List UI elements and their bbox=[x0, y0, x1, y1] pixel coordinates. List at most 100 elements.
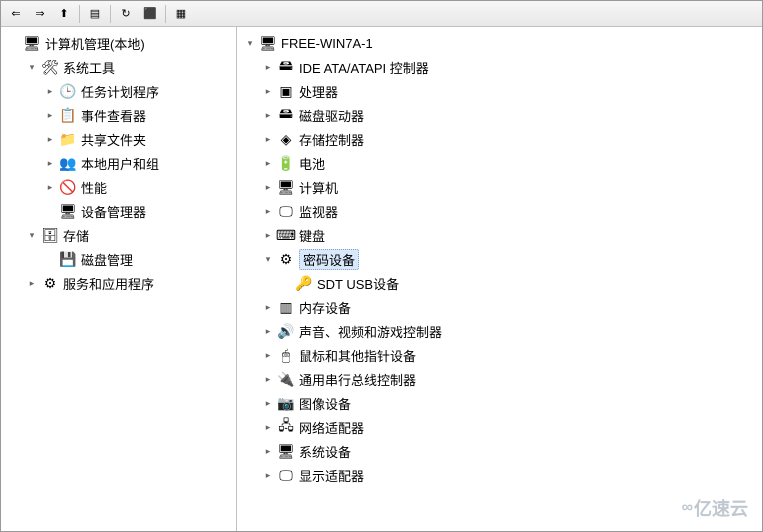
device-category[interactable]: ▸🖵监视器 bbox=[239, 199, 760, 223]
device-root[interactable]: ▾ 🖥 FREE-WIN7A-1 bbox=[239, 31, 760, 55]
tree-device-manager[interactable]: 🖥 设备管理器 bbox=[3, 199, 234, 223]
device-crypto[interactable]: ▾ ⚙ 密码设备 bbox=[239, 247, 760, 271]
category-icon: ▣ bbox=[277, 82, 295, 100]
category-icon: 🖧 bbox=[277, 418, 295, 436]
device-category[interactable]: ▸🖱鼠标和其他指针设备 bbox=[239, 343, 760, 367]
console-tree: 🖥 计算机管理(本地) ▾ 🛠 系统工具 ▸🕒任务计划程序▸📋事件查看器▸📁共享… bbox=[3, 31, 234, 295]
up-button[interactable]: ⬆ bbox=[53, 4, 75, 24]
expand-icon[interactable]: ▸ bbox=[261, 84, 275, 98]
node-label: 网络适配器 bbox=[299, 418, 364, 437]
node-label: 共享文件夹 bbox=[81, 130, 146, 149]
forward-button[interactable]: ⇒ bbox=[29, 4, 51, 24]
category-icon: ▥ bbox=[277, 298, 295, 316]
device-category[interactable]: ▸▣处理器 bbox=[239, 79, 760, 103]
node-label: 存储 bbox=[63, 226, 89, 245]
left-pane: 🖥 计算机管理(本地) ▾ 🛠 系统工具 ▸🕒任务计划程序▸📋事件查看器▸📁共享… bbox=[1, 27, 237, 531]
expand-icon[interactable]: ▸ bbox=[261, 468, 275, 482]
expand-icon[interactable]: ▸ bbox=[261, 204, 275, 218]
device-category[interactable]: ▸◈存储控制器 bbox=[239, 127, 760, 151]
list-view-button[interactable]: ▦ bbox=[170, 4, 192, 24]
tree-services-apps[interactable]: ▸ ⚙ 服务和应用程序 bbox=[3, 271, 234, 295]
tree-system-tools[interactable]: ▾ 🛠 系统工具 bbox=[3, 55, 234, 79]
device-category[interactable]: ▸🔌通用串行总线控制器 bbox=[239, 367, 760, 391]
expand-icon[interactable]: ▸ bbox=[261, 324, 275, 338]
node-label: 密码设备 bbox=[299, 249, 359, 270]
device-crypto-child[interactable]: 🔑 SDT USB设备 bbox=[239, 271, 760, 295]
device-category[interactable]: ▸🔊声音、视频和游戏控制器 bbox=[239, 319, 760, 343]
expand-icon[interactable]: ▸ bbox=[261, 108, 275, 122]
node-label: 计算机 bbox=[299, 178, 338, 197]
expand-icon[interactable]: ▸ bbox=[261, 420, 275, 434]
node-label: SDT USB设备 bbox=[317, 274, 399, 293]
tree-root-computer-management[interactable]: 🖥 计算机管理(本地) bbox=[3, 31, 234, 55]
expand-icon[interactable]: ▸ bbox=[261, 444, 275, 458]
expand-icon[interactable]: ▸ bbox=[261, 372, 275, 386]
category-icon: 📋 bbox=[59, 106, 77, 124]
category-icon: 🖵 bbox=[277, 202, 295, 220]
node-label: 事件查看器 bbox=[81, 106, 146, 125]
device-category[interactable]: ▸🖧网络适配器 bbox=[239, 415, 760, 439]
node-label: 性能 bbox=[81, 178, 107, 197]
category-icon: 🖥 bbox=[277, 178, 295, 196]
storage-icon: 🗄 bbox=[41, 226, 59, 244]
expand-icon[interactable]: ▸ bbox=[261, 180, 275, 194]
device-category[interactable]: ▸🖴IDE ATA/ATAPI 控制器 bbox=[239, 55, 760, 79]
category-icon: 📷 bbox=[277, 394, 295, 412]
toolbar: ⇐ ⇒ ⬆ ▤ ↻ ⬛ ▦ bbox=[1, 1, 762, 27]
expand-icon[interactable]: ▸ bbox=[43, 84, 57, 98]
collapse-icon[interactable]: ▾ bbox=[25, 228, 39, 242]
tree-system-tools-item[interactable]: ▸👥本地用户和组 bbox=[3, 151, 234, 175]
category-icon: 🚫 bbox=[59, 178, 77, 196]
tree-storage[interactable]: ▾ 🗄 存储 bbox=[3, 223, 234, 247]
node-label: 系统工具 bbox=[63, 58, 115, 77]
device-category[interactable]: ▸🖥系统设备 bbox=[239, 439, 760, 463]
device-category[interactable]: ▸⌨键盘 bbox=[239, 223, 760, 247]
tree-system-tools-item[interactable]: ▸🕒任务计划程序 bbox=[3, 79, 234, 103]
collapse-icon[interactable]: ▾ bbox=[25, 60, 39, 74]
node-label: 内存设备 bbox=[299, 298, 351, 317]
expand-icon[interactable]: ▸ bbox=[43, 156, 57, 170]
device-category[interactable]: ▸▥内存设备 bbox=[239, 295, 760, 319]
category-icon: 🖱 bbox=[277, 346, 295, 364]
device-category[interactable]: ▸🖵显示适配器 bbox=[239, 463, 760, 487]
properties-button[interactable]: ▤ bbox=[84, 4, 106, 24]
tree-system-tools-item[interactable]: ▸📁共享文件夹 bbox=[3, 127, 234, 151]
tree-disk-management[interactable]: 💾 磁盘管理 bbox=[3, 247, 234, 271]
back-button[interactable]: ⇐ bbox=[5, 4, 27, 24]
category-icon: 👥 bbox=[59, 154, 77, 172]
device-category[interactable]: ▸🖴磁盘驱动器 bbox=[239, 103, 760, 127]
device-category[interactable]: ▸🔋电池 bbox=[239, 151, 760, 175]
node-label: 服务和应用程序 bbox=[63, 274, 154, 293]
device-category[interactable]: ▸🖥计算机 bbox=[239, 175, 760, 199]
expand-icon[interactable]: ▸ bbox=[261, 132, 275, 146]
node-label: 系统设备 bbox=[299, 442, 351, 461]
node-label: 磁盘管理 bbox=[81, 250, 133, 269]
node-label: 处理器 bbox=[299, 82, 338, 101]
node-label: 声音、视频和游戏控制器 bbox=[299, 322, 442, 341]
node-label: 鼠标和其他指针设备 bbox=[299, 346, 416, 365]
expand-icon[interactable]: ▸ bbox=[43, 108, 57, 122]
disk-icon: 💾 bbox=[59, 250, 77, 268]
node-label: 图像设备 bbox=[299, 394, 351, 413]
tree-system-tools-item[interactable]: ▸📋事件查看器 bbox=[3, 103, 234, 127]
category-icon: 🔋 bbox=[277, 154, 295, 172]
computer-icon: 🖥 bbox=[259, 34, 277, 52]
category-icon: 🖴 bbox=[277, 58, 295, 76]
node-label: 显示适配器 bbox=[299, 466, 364, 485]
device-category[interactable]: ▸📷图像设备 bbox=[239, 391, 760, 415]
expand-icon[interactable]: ▸ bbox=[261, 300, 275, 314]
stop-button[interactable]: ⬛ bbox=[139, 4, 161, 24]
expand-icon[interactable]: ▸ bbox=[25, 276, 39, 290]
tree-system-tools-item[interactable]: ▸🚫性能 bbox=[3, 175, 234, 199]
expand-icon[interactable]: ▸ bbox=[261, 396, 275, 410]
expand-icon[interactable]: ▸ bbox=[261, 228, 275, 242]
node-label: 计算机管理(本地) bbox=[45, 34, 145, 53]
expand-icon[interactable]: ▸ bbox=[261, 348, 275, 362]
expand-icon[interactable]: ▸ bbox=[43, 180, 57, 194]
expand-icon[interactable]: ▸ bbox=[43, 132, 57, 146]
expand-icon[interactable]: ▸ bbox=[261, 60, 275, 74]
collapse-icon[interactable]: ▾ bbox=[243, 36, 257, 50]
expand-icon[interactable]: ▸ bbox=[261, 156, 275, 170]
collapse-icon[interactable]: ▾ bbox=[261, 252, 275, 266]
refresh-button[interactable]: ↻ bbox=[115, 4, 137, 24]
